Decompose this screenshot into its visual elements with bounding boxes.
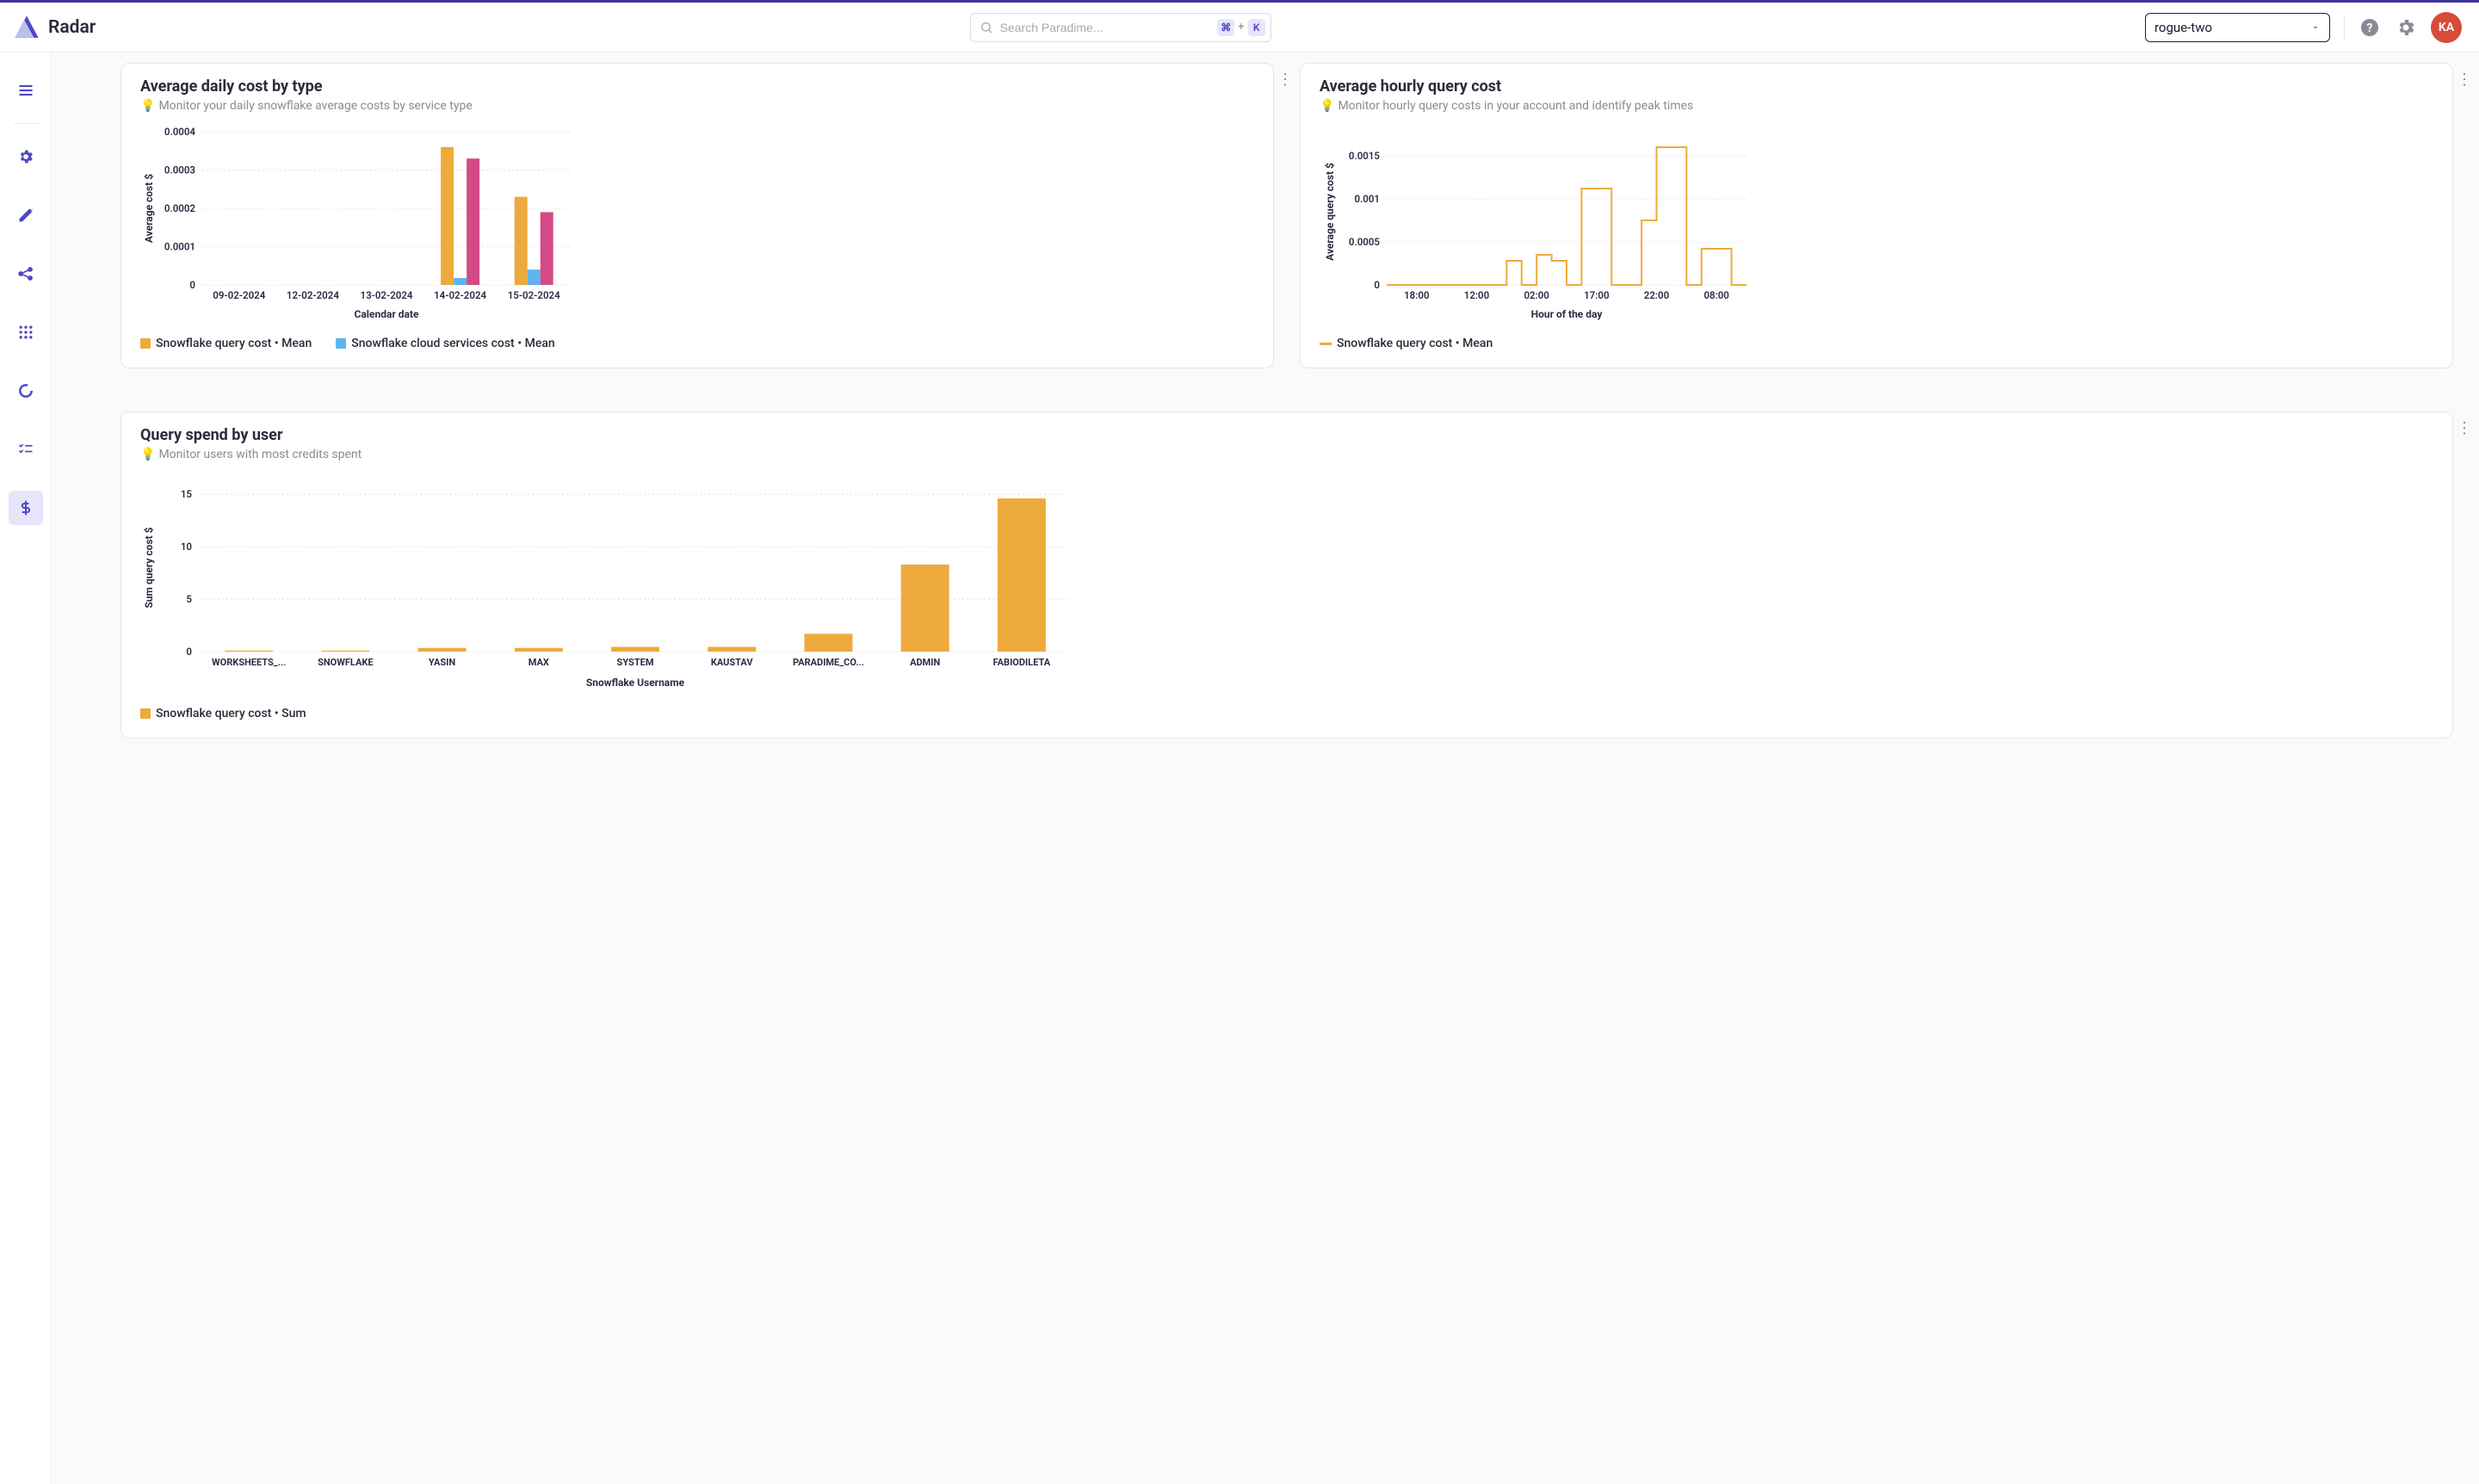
lightbulb-icon: 💡: [140, 448, 155, 461]
gear-icon: [2396, 17, 2416, 38]
svg-text:SNOWFLAKE: SNOWFLAKE: [318, 657, 373, 668]
card-subtitle: 💡 Monitor hourly query costs in your acc…: [1320, 99, 2433, 113]
svg-text:Calendar date: Calendar date: [355, 308, 419, 320]
svg-text:Snowflake Username: Snowflake Username: [586, 677, 685, 689]
svg-text:0: 0: [189, 279, 195, 291]
chart-legend: Snowflake query cost • Sum: [140, 707, 2433, 720]
sidebar-settings[interactable]: [9, 139, 43, 174]
legend-item: Snowflake query cost • Mean: [1320, 337, 1493, 350]
svg-text:0.001: 0.001: [1354, 193, 1380, 205]
svg-text:MAX: MAX: [529, 657, 549, 668]
sidebar-apps[interactable]: [9, 315, 43, 349]
share-icon: [17, 265, 34, 282]
svg-text:?: ?: [2367, 22, 2373, 35]
logo-icon: [12, 13, 41, 42]
sidebar-tasks[interactable]: [9, 432, 43, 467]
search-icon: [980, 21, 993, 34]
grid-icon: [17, 324, 34, 341]
svg-text:0: 0: [1374, 279, 1380, 291]
avatar[interactable]: KA: [2431, 12, 2462, 43]
dollar-icon: [17, 499, 34, 516]
svg-text:0.0004: 0.0004: [164, 126, 196, 138]
svg-text:0.0003: 0.0003: [164, 164, 195, 176]
donut-icon: [17, 382, 34, 399]
card-hourly-cost: ⋮ Average hourly query cost 💡 Monitor ho…: [1300, 63, 2453, 368]
help-button[interactable]: ?: [2358, 16, 2381, 39]
svg-text:0.0015: 0.0015: [1349, 150, 1381, 162]
card-user-spend: ⋮ Query spend by user 💡 Monitor users wi…: [121, 411, 2453, 739]
workspace-select[interactable]: rogue-two: [2145, 13, 2330, 42]
help-icon: ?: [2359, 17, 2380, 38]
svg-text:YASIN: YASIN: [429, 657, 455, 668]
svg-text:08:00: 08:00: [1703, 289, 1728, 301]
card-menu-button[interactable]: ⋮: [2456, 71, 2473, 89]
svg-text:SYSTEM: SYSTEM: [617, 657, 654, 668]
svg-text:KAUSTAV: KAUSTAV: [711, 657, 754, 668]
card-title: Average hourly query cost: [1320, 77, 2433, 96]
card-menu-button[interactable]: ⋮: [2456, 419, 2473, 437]
checklist-icon: [17, 441, 34, 458]
sidebar-lineage[interactable]: [9, 257, 43, 291]
card-daily-cost: ⋮ Average daily cost by type 💡 Monitor y…: [121, 63, 1274, 368]
card-title: Query spend by user: [140, 426, 2433, 444]
global-search[interactable]: ⌘ + K: [970, 13, 1271, 42]
chart-hourly-cost: 0 0.0005 0.001 0.0015 18:00 12:00 02:00 17:00 22…: [1320, 123, 2433, 325]
search-input[interactable]: [1000, 21, 1211, 34]
settings-button[interactable]: [2395, 16, 2417, 39]
hammer-icon: [17, 207, 34, 224]
svg-text:Average query cost $: Average query cost $: [1324, 163, 1336, 261]
chart-user-spend: 0 5 10 15 WORKSHEETS_... SNOWFLAKE YASIN MAX SYS…: [140, 472, 2433, 695]
svg-text:12:00: 12:00: [1464, 289, 1489, 301]
svg-text:PARADIME_CO...: PARADIME_CO...: [793, 657, 864, 668]
svg-text:0.0001: 0.0001: [164, 241, 195, 253]
svg-text:15: 15: [181, 488, 193, 500]
chart-legend: Snowflake query cost • Mean: [1320, 337, 2433, 350]
sidebar: [0, 53, 52, 1484]
svg-text:10: 10: [181, 541, 192, 553]
card-menu-button[interactable]: ⋮: [1277, 71, 1294, 89]
svg-text:12-02-2024: 12-02-2024: [287, 289, 339, 301]
svg-text:0: 0: [186, 646, 192, 658]
svg-text:22:00: 22:00: [1644, 289, 1669, 301]
svg-text:WORKSHEETS_...: WORKSHEETS_...: [212, 657, 286, 668]
svg-text:5: 5: [186, 593, 192, 605]
svg-text:18:00: 18:00: [1404, 289, 1429, 301]
sidebar-cost[interactable]: [9, 491, 43, 525]
svg-text:Sum query cost $: Sum query cost $: [143, 527, 155, 608]
sidebar-build[interactable]: [9, 198, 43, 232]
svg-text:15-02-2024: 15-02-2024: [508, 289, 560, 301]
chart-daily-cost: 0 0.0001 0.0002 0.0003 0.0004 09-02-2024 12-02…: [140, 123, 1254, 325]
lightbulb-icon: 💡: [1320, 99, 1334, 113]
legend-item: Snowflake query cost • Sum: [140, 707, 306, 720]
svg-text:Hour of the day: Hour of the day: [1531, 308, 1604, 320]
svg-text:13-02-2024: 13-02-2024: [361, 289, 413, 301]
page-title: Radar: [48, 17, 96, 38]
menu-icon: [17, 82, 34, 99]
svg-text:0.0005: 0.0005: [1349, 236, 1381, 248]
svg-text:09-02-2024: 09-02-2024: [213, 289, 265, 301]
search-shortcut: ⌘ + K: [1217, 19, 1264, 36]
app-logo: Radar: [12, 13, 96, 42]
main-content: ⋮ Average daily cost by type 💡 Monitor y…: [52, 53, 2479, 1484]
card-subtitle: 💡 Monitor users with most credits spent: [140, 448, 2433, 461]
lightbulb-icon: 💡: [140, 99, 155, 113]
sidebar-menu[interactable]: [9, 73, 43, 108]
svg-text:17:00: 17:00: [1584, 289, 1609, 301]
card-subtitle: 💡 Monitor your daily snowflake average c…: [140, 99, 1254, 113]
gear-icon: [17, 148, 34, 165]
legend-item: Snowflake query cost • Mean: [140, 337, 312, 350]
svg-text:02:00: 02:00: [1524, 289, 1549, 301]
app-header: Radar ⌘ + K rogue-two ? KA: [0, 3, 2479, 53]
svg-text:ADMIN: ADMIN: [910, 657, 940, 668]
svg-text:Average cost $: Average cost $: [143, 174, 155, 243]
svg-text:0.0002: 0.0002: [164, 202, 196, 214]
svg-text:FABIODILETA: FABIODILETA: [993, 657, 1051, 668]
legend-item: Snowflake cloud services cost • Mean: [336, 337, 554, 350]
chevron-down-icon: [2310, 22, 2321, 33]
card-title: Average daily cost by type: [140, 77, 1254, 96]
svg-text:14-02-2024: 14-02-2024: [434, 289, 486, 301]
sidebar-analytics[interactable]: [9, 374, 43, 408]
workspace-selected: rogue-two: [2154, 20, 2212, 35]
chart-legend: Snowflake query cost • Mean Snowflake cl…: [140, 337, 1254, 350]
